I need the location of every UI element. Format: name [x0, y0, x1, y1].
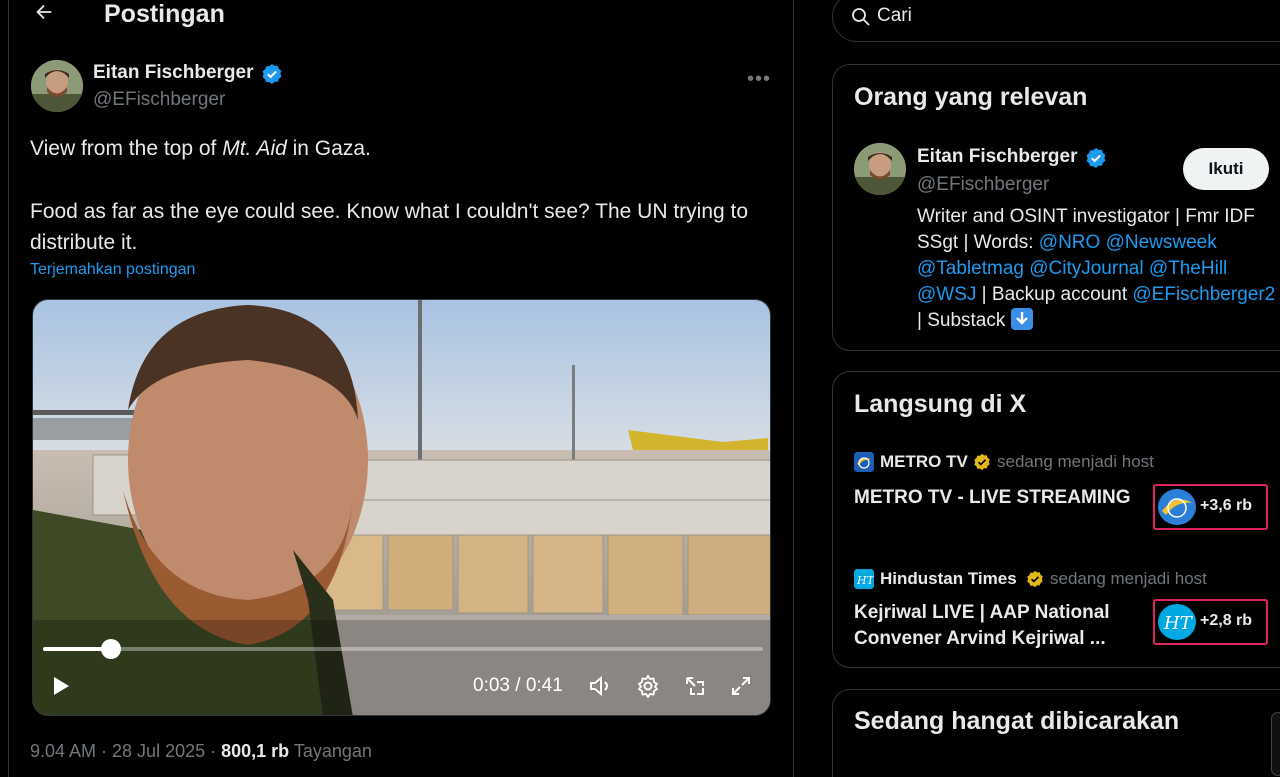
- author-handle[interactable]: @EFischberger: [93, 89, 225, 111]
- author-name[interactable]: Eitan Fischberger: [93, 62, 254, 84]
- gold-verified-badge-icon: [1027, 570, 1043, 588]
- views-label: Tayangan: [289, 741, 372, 761]
- scrollbar-thumb[interactable]: [1271, 712, 1280, 776]
- relevant-bio: Writer and OSINT investigator | Fmr IDF …: [917, 204, 1277, 334]
- live-host-name[interactable]: Hindustan Times: [880, 569, 1017, 589]
- live-on-x-card: Langsung di X METRO TV sedang menjadi ho…: [832, 371, 1280, 668]
- search-box[interactable]: Cari: [832, 0, 1280, 42]
- live-host-status: sedang menjadi host: [997, 452, 1154, 471]
- verified-badge-icon: [262, 64, 282, 84]
- live-listener-count: +3,6 rb: [1200, 497, 1253, 514]
- search-icon: [852, 8, 870, 26]
- fullscreen-icon[interactable]: [729, 674, 753, 698]
- post-text-line2: Food as far as the eye could see. Know w…: [30, 200, 749, 254]
- svg-text:HT: HT: [856, 574, 874, 587]
- down-arrow-emoji-icon: [1010, 308, 1033, 330]
- trending-title: Sedang hangat dibicarakan: [854, 707, 1180, 735]
- mention-link[interactable]: @TheHill: [1149, 258, 1227, 279]
- metro-tv-avatar-icon: [1158, 489, 1196, 525]
- play-icon[interactable]: [49, 674, 73, 698]
- mention-link[interactable]: @EFischberger2: [1132, 284, 1275, 305]
- verified-badge-icon: [1086, 148, 1106, 168]
- relevant-handle[interactable]: @EFischberger: [917, 174, 1049, 196]
- follow-button[interactable]: Ikuti: [1183, 148, 1269, 190]
- gold-verified-badge-icon: [974, 453, 990, 471]
- post-text: View from the top of Mt. Aid in Gaza. Fo…: [30, 133, 750, 258]
- live-stream-title[interactable]: Kejriwal LIVE | AAP National Convener Ar…: [854, 600, 1134, 652]
- live-host-name[interactable]: METRO TV: [880, 452, 968, 472]
- video-timecode: 0:03 / 0:41: [473, 675, 563, 696]
- main-column: Postingan Eitan Fischberger @EFischberge…: [8, 0, 794, 777]
- translate-post-link[interactable]: Terjemahkan postingan: [30, 261, 195, 279]
- more-options-icon[interactable]: •••: [747, 68, 771, 91]
- post-metadata: 9.04 AM · 28 Jul 2025 · 800,1 rb Tayanga…: [30, 741, 372, 762]
- relevant-people-card: Orang yang relevan Eitan Fischberger @EF…: [832, 64, 1280, 351]
- live-listeners-badge[interactable]: +3,6 rb: [1153, 484, 1268, 530]
- live-title: Langsung di X: [854, 390, 1027, 418]
- relevant-avatar[interactable]: [854, 143, 906, 195]
- hindustan-times-logo-icon: HT: [854, 569, 874, 589]
- settings-gear-icon[interactable]: [636, 674, 660, 698]
- mention-link[interactable]: @Tabletmag: [917, 258, 1024, 279]
- live-listener-count: +2,8 rb: [1200, 612, 1253, 629]
- volume-muted-icon[interactable]: [588, 674, 614, 698]
- bio-text: | Substack: [917, 310, 1011, 331]
- mention-link[interactable]: @NRO: [1039, 232, 1101, 253]
- metro-tv-logo-icon: [854, 452, 874, 472]
- live-stream-title[interactable]: METRO TV - LIVE STREAMING: [854, 485, 1134, 511]
- post-text-italic: Mt. Aid: [222, 137, 287, 160]
- views-count: 800,1 rb: [221, 741, 290, 761]
- mention-link[interactable]: @WSJ: [917, 284, 976, 305]
- picture-in-picture-icon[interactable]: [683, 674, 707, 698]
- live-host-status: sedang menjadi host: [1050, 569, 1207, 588]
- video-player[interactable]: 0:03 / 0:41: [32, 299, 771, 716]
- page-title: Postingan: [104, 0, 225, 28]
- post-text-segment: View from the top of: [30, 137, 223, 160]
- search-input[interactable]: Cari: [877, 5, 912, 27]
- post-timestamp[interactable]: 9.04 AM · 28 Jul 2025 ·: [30, 741, 221, 761]
- bio-text: | Backup account: [976, 284, 1133, 305]
- trending-card: Sedang hangat dibicarakan: [832, 689, 1280, 777]
- mention-link[interactable]: @CityJournal: [1029, 258, 1143, 279]
- mention-link[interactable]: @Newsweek: [1106, 232, 1217, 253]
- author-avatar[interactable]: [31, 60, 83, 112]
- post-text-segment: in Gaza.: [286, 137, 371, 160]
- live-listeners-badge[interactable]: HT +2,8 rb: [1153, 599, 1268, 645]
- post-text-line1: View from the top of Mt. Aid in Gaza.: [30, 133, 750, 164]
- top-bar: Postingan: [9, 0, 793, 30]
- hindustan-times-avatar-icon: HT: [1158, 604, 1196, 640]
- relevant-people-title: Orang yang relevan: [854, 83, 1088, 111]
- svg-text:HT: HT: [1163, 613, 1194, 634]
- relevant-name[interactable]: Eitan Fischberger: [917, 146, 1078, 168]
- video-frame: [33, 300, 770, 715]
- back-arrow-icon[interactable]: [33, 1, 55, 23]
- video-progress-bar[interactable]: [43, 639, 763, 659]
